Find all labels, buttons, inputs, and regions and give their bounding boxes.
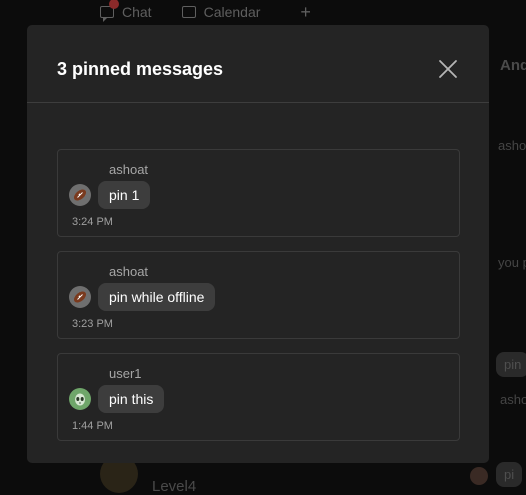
chat-icon <box>100 0 119 22</box>
message-author: ashoat <box>109 264 149 279</box>
tab-chat-label: Chat <box>122 4 152 20</box>
message-timestamp: 3:23 PM <box>72 318 113 330</box>
tab-calendar[interactable]: Calendar <box>181 4 261 20</box>
message-text: pin while offline <box>98 283 216 311</box>
pinned-message-card[interactable]: user1 pin this 1:44 PM <box>57 353 460 441</box>
tab-chat[interactable]: Chat <box>100 0 152 22</box>
tab-calendar-label: Calendar <box>203 4 261 20</box>
message-author: user1 <box>109 366 142 381</box>
message-text: pin this <box>98 385 165 413</box>
pinned-message-list: ashoat pin 1 3:24 PM ashoat pin while of… <box>57 149 460 455</box>
pinned-message-card[interactable]: ashoat pin while offline 3:23 PM <box>57 251 460 339</box>
panel-message-pill: pi <box>496 462 523 487</box>
message-avatar <box>470 467 488 485</box>
add-tab-button[interactable]: + <box>300 2 311 23</box>
thread-name: Level4 <box>152 478 197 495</box>
football-emoji-avatar <box>69 184 91 206</box>
message-author: ashoat <box>109 162 149 177</box>
panel-message-pill: pin <box>496 352 526 377</box>
alien-emoji-avatar <box>69 388 91 410</box>
panel-text-fragment: you p <box>498 255 526 270</box>
panel-text-fragment: asho <box>498 138 526 153</box>
modal-title: 3 pinned messages <box>57 59 224 79</box>
background-right-panel: And asho you p pin asho pi <box>470 0 526 491</box>
pinned-message-card[interactable]: ashoat pin 1 3:24 PM <box>57 149 460 237</box>
close-icon[interactable] <box>437 58 459 80</box>
football-emoji-avatar <box>69 286 91 308</box>
calendar-icon <box>181 6 196 18</box>
panel-header-fragment: And <box>500 57 526 74</box>
unread-badge <box>109 0 119 9</box>
panel-text-fragment: asho <box>500 392 526 407</box>
top-tab-bar: Chat Calendar + <box>100 0 311 24</box>
message-timestamp: 3:24 PM <box>72 216 113 228</box>
modal-header: 3 pinned messages <box>27 25 489 103</box>
message-text: pin 1 <box>98 181 151 209</box>
message-timestamp: 1:44 PM <box>72 420 113 432</box>
pinned-messages-modal: 3 pinned messages ashoat pin 1 3:24 PM a… <box>27 25 489 463</box>
